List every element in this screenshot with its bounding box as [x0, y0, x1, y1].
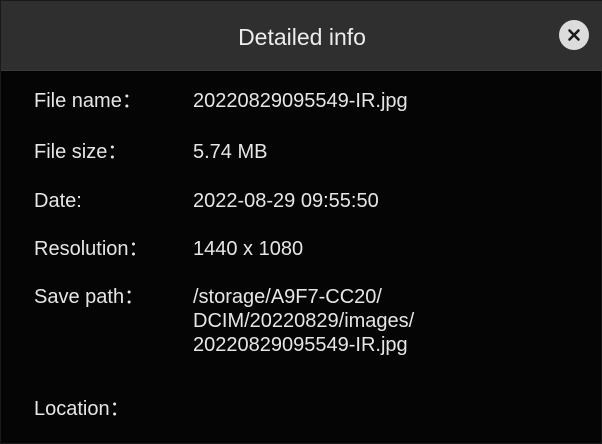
save-path-label: Save path： — [34, 286, 145, 308]
date-label: Date: — [34, 190, 82, 212]
date-value: 2022-08-29 09:55:50 — [193, 190, 379, 212]
close-icon — [568, 29, 580, 41]
file-name-label: File name： — [34, 90, 142, 112]
detailed-info-dialog: Detailed info File name： 20220829095549-… — [0, 0, 602, 444]
resolution-value: 1440 x 1080 — [193, 238, 304, 260]
dialog-header: Detailed info — [1, 1, 602, 71]
file-name-value: 20220829095549-IR.jpg — [193, 90, 408, 112]
resolution-label: Resolution： — [34, 238, 149, 260]
save-path-line: DCIM/20220829/images/ — [193, 310, 415, 332]
file-size-label: File size： — [34, 141, 128, 163]
save-path-line: /storage/A9F7-CC20/ — [193, 286, 382, 308]
dialog-title: Detailed info — [238, 24, 366, 50]
file-size-value: 5.74 MB — [193, 141, 268, 163]
save-path-value: /storage/A9F7-CC20/ DCIM/20220829/images… — [193, 285, 583, 357]
location-label: Location： — [34, 398, 130, 420]
close-button[interactable] — [559, 20, 589, 50]
save-path-line: 20220829095549-IR.jpg — [193, 334, 408, 356]
